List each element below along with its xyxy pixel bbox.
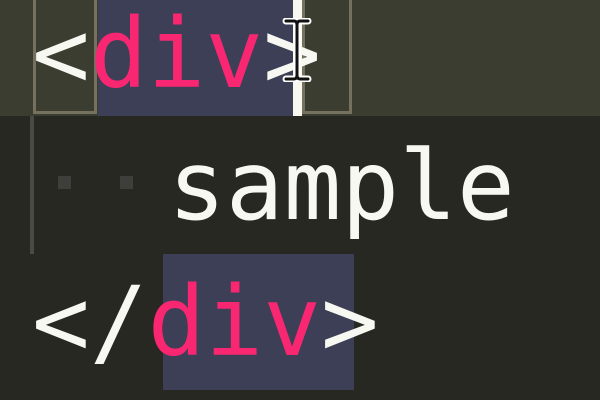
text-content: sample <box>168 130 515 242</box>
tag-name: div <box>147 266 321 378</box>
close-angle-bracket: > <box>320 266 379 378</box>
ibeam-cursor-icon <box>282 18 312 82</box>
code-line-close-tag[interactable]: </div> <box>32 272 379 372</box>
open-angle-bracket: < <box>32 0 90 110</box>
tag-name: div <box>89 0 264 110</box>
code-editor[interactable]: <div> sample </div> <box>0 0 600 400</box>
whitespace-dot <box>58 176 71 189</box>
open-angle-bracket-slash: </ <box>32 266 148 378</box>
indent-guide <box>30 116 34 254</box>
code-line-text[interactable]: sample <box>168 136 515 236</box>
code-line-open-tag[interactable]: <div> <box>32 4 321 104</box>
whitespace-dot <box>120 176 133 189</box>
